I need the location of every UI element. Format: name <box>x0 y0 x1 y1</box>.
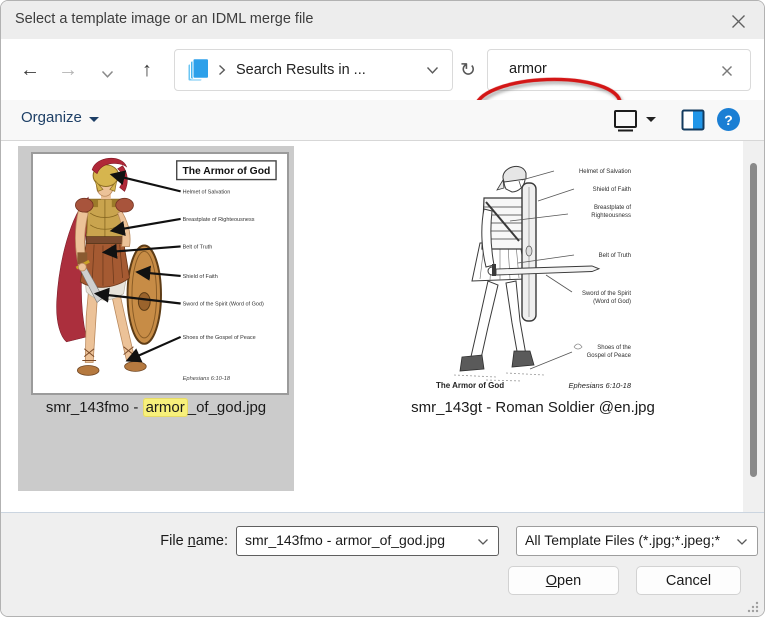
breadcrumb-separator-icon <box>218 64 226 76</box>
file-name-combobox[interactable]: smr_143fmo - armor_of_god.jpg <box>236 526 499 556</box>
help-button[interactable]: ? <box>717 108 740 131</box>
chevron-down-icon <box>426 66 439 74</box>
chevron-down-icon <box>88 116 99 122</box>
refresh-button[interactable]: ↻ <box>455 57 481 83</box>
up-button[interactable]: ↑ <box>134 57 160 83</box>
close-button[interactable] <box>726 9 750 33</box>
search-input-value[interactable]: armor <box>509 61 547 77</box>
thumb2-label-shoes2: Gospel of Peace <box>587 353 632 359</box>
scrollbar-thumb[interactable] <box>750 163 757 477</box>
title-bar: Select a template image or an IDML merge… <box>1 1 764 39</box>
help-icon: ? <box>724 111 733 128</box>
thumb2-verse: Ephesians 6:10-18 <box>568 381 631 390</box>
thumbnail-roman-soldier: Helmet of Salvation Shield of Faith Brea… <box>426 151 639 396</box>
file-item-roman-soldier[interactable]: Helmet of Salvation Shield of Faith Brea… <box>395 146 671 491</box>
open-button-accel: O <box>545 572 558 589</box>
thumb1-verse: Ephesians 6:10-18 <box>183 376 231 382</box>
search-clear-button[interactable] <box>714 58 740 84</box>
file-type-value: All Template Files (*.jpg;*.jpeg;* <box>525 532 721 548</box>
file-name-value[interactable]: smr_143fmo - armor_of_god.jpg <box>245 532 445 548</box>
views-button[interactable] <box>613 109 639 138</box>
cancel-button[interactable]: Cancel <box>636 566 741 595</box>
up-icon: ↑ <box>142 58 152 81</box>
thumb1-label-belt: Belt of Truth <box>183 244 213 250</box>
thumbnail-armor-of-god: The Armor of God Helmet of Salvation Bre… <box>31 152 289 395</box>
cancel-button-label: Cancel <box>665 572 712 589</box>
preview-pane-icon <box>681 109 705 131</box>
search-box[interactable]: armor <box>487 49 751 91</box>
chevron-down-icon[interactable] <box>736 538 748 546</box>
thumb2-label-breastplate1: Breastplate of <box>594 205 631 211</box>
file-name-label-post: ame: <box>195 533 228 549</box>
thumb1-label-sword: Sword of the Spirit (Word of God) <box>183 301 264 307</box>
chevron-down-icon <box>101 70 113 78</box>
file-item-armor-of-god[interactable]: The Armor of God Helmet of Salvation Bre… <box>18 146 294 491</box>
thumb2-label-helmet: Helmet of Salvation <box>579 169 631 175</box>
views-dropdown-button[interactable] <box>646 117 656 122</box>
thumb2-label-shoes1: Shoes of the <box>597 345 631 351</box>
thumb2-caption: The Armor of God <box>436 381 504 390</box>
thumb1-label-shield: Shield of Faith <box>183 274 218 280</box>
organize-label: Organize <box>21 109 82 126</box>
open-button-rest: pen <box>557 572 582 589</box>
file-list: The Armor of God Helmet of Salvation Bre… <box>1 141 764 513</box>
thumb1-label-shoes: Shoes of the Gospel of Peace <box>183 335 256 341</box>
file-name-1-highlight: armor <box>142 398 188 417</box>
preview-pane-button[interactable] <box>681 109 706 137</box>
thumb2-label-shield: Shield of Faith <box>593 187 631 193</box>
thumb1-title: The Armor of God <box>182 166 270 177</box>
back-button[interactable]: ← <box>17 57 43 83</box>
close-icon <box>731 14 745 28</box>
search-results-icon <box>187 57 209 81</box>
command-bar: Organize ? <box>1 100 764 141</box>
file-name-label-accel: n <box>187 533 196 549</box>
thumb2-label-breastplate2: Righteousness <box>591 213 631 219</box>
file-name-2: smr_143gt - Roman Soldier @en.jpg <box>411 399 655 416</box>
file-name-label: File name: <box>121 526 228 556</box>
organize-menu-button[interactable]: Organize <box>21 109 99 126</box>
thumb1-label-breastplate: Breastplate of Righteousness <box>183 217 255 223</box>
clear-icon <box>722 66 732 76</box>
dialog-footer: File name: smr_143fmo - armor_of_god.jpg… <box>1 513 764 616</box>
forward-icon: → <box>58 58 78 81</box>
chevron-down-icon[interactable] <box>477 538 489 546</box>
navigation-bar: ← → ↑ Search Results in ... ↻ armor <box>1 39 764 133</box>
file-name-1-prefix: smr_143fmo - <box>45 399 143 416</box>
forward-button[interactable]: → <box>55 57 81 83</box>
armor-of-god-illustration: The Armor of God Helmet of Salvation Bre… <box>33 154 287 393</box>
address-bar[interactable]: Search Results in ... <box>174 49 453 91</box>
vertical-scrollbar[interactable] <box>743 141 764 512</box>
roman-soldier-illustration: Helmet of Salvation Shield of Faith Brea… <box>426 151 639 396</box>
file-type-dropdown[interactable]: All Template Files (*.jpg;*.jpeg;* <box>516 526 758 556</box>
breadcrumb-location[interactable]: Search Results in ... <box>236 62 366 78</box>
refresh-icon: ↻ <box>460 59 476 81</box>
dialog-title: Select a template image or an IDML merge… <box>15 11 314 27</box>
thumb2-label-belt: Belt of Truth <box>599 253 631 259</box>
file-name-label-pre: File <box>160 533 188 549</box>
thumb2-label-sword1: Sword of the Spirit <box>582 291 631 297</box>
file-dialog-window: Select a template image or an IDML merge… <box>0 0 765 617</box>
recent-locations-button[interactable] <box>94 61 120 87</box>
views-icon <box>614 110 637 132</box>
file-name-1: smr_143fmo - armor _of_god.jpg <box>18 398 294 417</box>
file-name-1-suffix: _of_god.jpg <box>187 399 267 416</box>
open-button[interactable]: Open <box>508 566 619 595</box>
address-dropdown-button[interactable] <box>426 66 439 75</box>
thumb2-label-sword2: (Word of God) <box>593 299 631 305</box>
back-icon: ← <box>20 58 40 81</box>
thumb1-label-helmet: Helmet of Salvation <box>183 189 231 195</box>
resize-grip[interactable] <box>746 600 760 614</box>
